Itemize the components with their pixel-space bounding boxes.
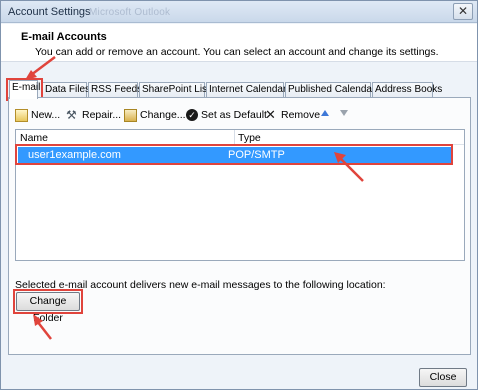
arrow-down-icon (340, 110, 348, 116)
window-close-icon[interactable]: ✕ (453, 3, 473, 20)
delivery-location-note: Selected e-mail account delivers new e-m… (15, 279, 386, 291)
account-name-cell: user1example.com (28, 149, 121, 161)
page-title: E-mail Accounts (21, 31, 107, 43)
arrow-up-icon (321, 110, 329, 116)
tab-sharepoint-lists[interactable]: SharePoint Lists (139, 82, 215, 98)
column-header-type[interactable]: Type (238, 132, 261, 144)
change-label: Change... (140, 109, 186, 121)
accounts-list[interactable]: Name Type user1example.com POP/SMTP (15, 129, 465, 261)
tab-email[interactable]: E-mail (9, 80, 40, 99)
column-header-name[interactable]: Name (20, 132, 48, 144)
background-window-ghost-text: Microsoft Outlook (89, 7, 171, 18)
close-button[interactable]: Close (419, 368, 467, 387)
list-header: Name Type (16, 130, 464, 145)
tab-published-calendars[interactable]: Published Calendars (285, 82, 380, 98)
remove-button[interactable]: ✕ Remove (265, 107, 320, 123)
change-button[interactable]: Change... (124, 107, 186, 123)
account-type-cell: POP/SMTP (228, 149, 285, 161)
set-as-default-label: Set as Default (201, 109, 267, 121)
title-bar: Account Settings Microsoft Outlook ✕ (1, 1, 477, 23)
header-panel: E-mail Accounts You can add or remove an… (1, 24, 477, 62)
remove-label: Remove (281, 109, 321, 121)
tab-address-books[interactable]: Address Books (372, 82, 442, 98)
header-description: You can add or remove an account. You ca… (35, 46, 439, 58)
remove-x-icon: ✕ (265, 106, 276, 122)
new-label: New... (31, 109, 61, 121)
window-title: Account Settings (8, 6, 91, 18)
table-row[interactable]: user1example.com POP/SMTP (18, 147, 451, 164)
new-account-icon (15, 108, 28, 122)
tab-data-files[interactable]: Data Files (42, 82, 90, 98)
set-as-default-button[interactable]: ✓ Set as Default (186, 107, 267, 123)
repair-label: Repair... (82, 109, 122, 121)
move-up-button[interactable] (321, 107, 331, 123)
checkmark-icon: ✓ (186, 109, 198, 121)
repair-button[interactable]: ⚒ Repair... (66, 107, 121, 123)
tab-rss-feeds[interactable]: RSS Feeds (88, 82, 142, 98)
account-settings-dialog: Account Settings Microsoft Outlook ✕ E-m… (0, 0, 478, 390)
change-account-icon (124, 108, 137, 122)
column-separator[interactable] (234, 130, 235, 144)
move-down-button[interactable] (340, 107, 350, 123)
new-button[interactable]: New... (15, 107, 60, 123)
change-folder-button[interactable]: Change Folder (16, 292, 80, 324)
tab-internet-calendars[interactable]: Internet Calendars (206, 82, 291, 98)
wrench-icon: ⚒ (66, 107, 77, 122)
